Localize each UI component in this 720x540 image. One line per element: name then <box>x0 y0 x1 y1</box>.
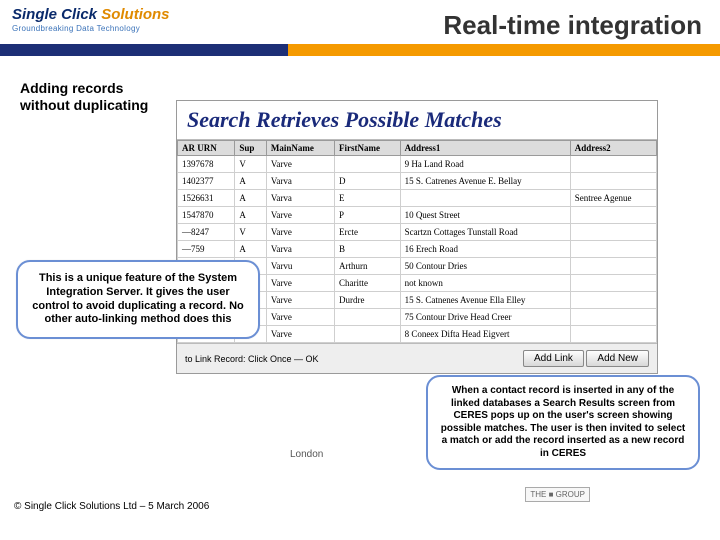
table-row[interactable]: 1397678VVarve9 Ha Land Road <box>178 156 657 173</box>
brand-primary: Single Click <box>12 6 97 23</box>
window-footer: to Link Record: Click Once — OK Add Link… <box>177 343 657 373</box>
window-title: Search Retrieves Possible Matches <box>177 101 657 140</box>
add-link-button[interactable]: Add Link <box>523 350 584 367</box>
header-stripe <box>0 44 720 56</box>
header-bar: Single Click Solutions Groundbreaking Da… <box>0 0 720 56</box>
col-header: Sup <box>235 141 267 156</box>
callout-popup-fg: When a contact record is inserted in any… <box>426 375 700 470</box>
add-new-button[interactable]: Add New <box>586 350 649 367</box>
caption-london: London <box>290 449 323 460</box>
col-header: FirstName <box>335 141 401 156</box>
copyright-footer: © Single Click Solutions Ltd – 5 March 2… <box>14 501 209 512</box>
brand-logo: Single Click Solutions Groundbreaking Da… <box>12 6 170 33</box>
partner-badge: THE ■ GROUP <box>525 487 590 502</box>
table-row[interactable]: —8247VVarveErcteScartzn Cottages Tunstal… <box>178 224 657 241</box>
table-row[interactable]: 1402377AVarvaD15 S. Catrenes Avenue E. B… <box>178 173 657 190</box>
table-row[interactable]: 1526631AVarvaESentree Agenue <box>178 190 657 207</box>
col-header: AR URN <box>178 141 235 156</box>
table-row[interactable]: 1547870AVarveP10 Quest Street <box>178 207 657 224</box>
col-header: Address2 <box>570 141 656 156</box>
section-heading: Adding records without duplicating <box>20 80 148 114</box>
brand-secondary: Solutions <box>97 6 170 23</box>
col-header: MainName <box>266 141 334 156</box>
page-title: Real-time integration <box>443 10 702 41</box>
brand-tagline: Groundbreaking Data Technology <box>12 24 170 33</box>
footer-hint: to Link Record: Click Once — OK <box>185 354 319 364</box>
table-row[interactable]: —759AVarvaB16 Erech Road <box>178 241 657 258</box>
col-header: Address1 <box>400 141 570 156</box>
callout-unique-feature: This is a unique feature of the System I… <box>16 260 260 339</box>
